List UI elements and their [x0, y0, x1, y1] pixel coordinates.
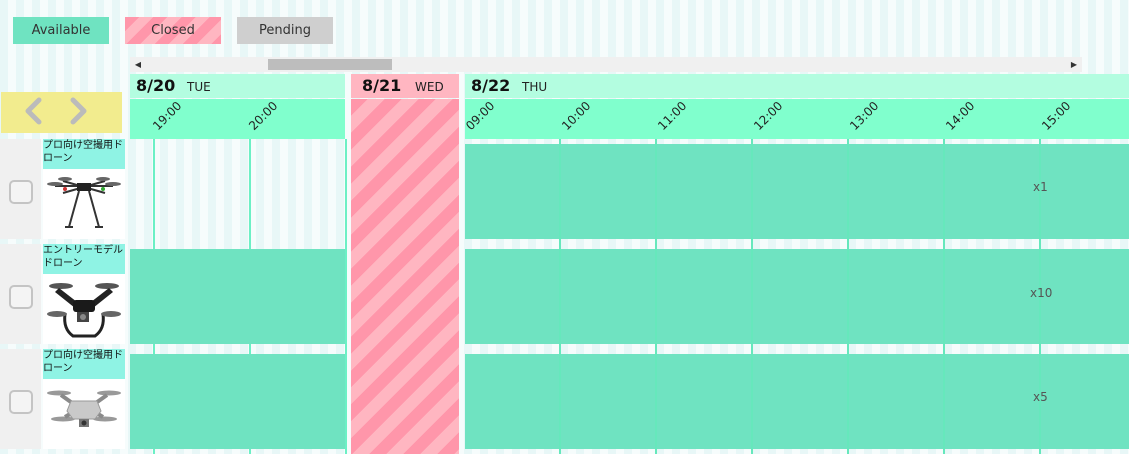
scroll-thumb[interactable] [268, 59, 392, 70]
item-checkbox[interactable] [9, 390, 33, 414]
grid-line [559, 139, 561, 454]
availability-block[interactable] [465, 144, 1129, 239]
item-checkbox[interactable] [9, 285, 33, 309]
checkbox-cell [0, 349, 41, 449]
item-row: プロ向け空撮用ドローン [0, 349, 125, 449]
quantity-label: x5 [1033, 390, 1048, 404]
horizontal-scrollbar[interactable]: ◀ ▶ [130, 57, 1082, 72]
item-name: エントリーモデルドローン [43, 244, 125, 274]
time-label: 11:00 [655, 98, 690, 133]
closed-day-column [351, 99, 459, 454]
scroll-left-icon[interactable]: ◀ [132, 57, 144, 72]
day-of-week: TUE [187, 80, 211, 94]
chevron-right-icon[interactable] [65, 96, 91, 126]
day-date: 8/21 [362, 76, 402, 95]
availability-block[interactable] [465, 354, 1129, 449]
day-header-8-21: 8/21 WED [351, 74, 459, 98]
item-row: エントリーモデルドローン [0, 244, 125, 344]
availability-block[interactable] [130, 249, 345, 344]
item-name: プロ向け空撮用ドローン [43, 139, 125, 169]
day-of-week: THU [522, 80, 548, 94]
item-checkbox[interactable] [9, 180, 33, 204]
day-date: 8/22 [471, 76, 511, 95]
quantity-label: x10 [1030, 286, 1053, 300]
grid-line [751, 139, 753, 454]
camera-drone-icon [43, 274, 125, 344]
item-row: プロ向け空撮用ドローン [0, 139, 125, 239]
scroll-right-icon[interactable]: ▶ [1068, 57, 1080, 72]
day-header-8-20: 8/20 TUE [130, 74, 345, 98]
date-navigation [1, 92, 122, 133]
time-label: 09:00 [463, 98, 498, 133]
quantity-label: x1 [1033, 180, 1048, 194]
legend-pending: Pending [237, 17, 333, 44]
grid-line [345, 139, 347, 454]
grid-line [655, 139, 657, 454]
time-label: 13:00 [847, 98, 882, 133]
time-label: 14:00 [943, 98, 978, 133]
folding-drone-icon [43, 379, 125, 449]
legend-closed: Closed [125, 17, 221, 44]
day-date: 8/20 [136, 76, 176, 95]
day-header-8-22: 8/22 THU [465, 74, 1129, 98]
time-label: 12:00 [751, 98, 786, 133]
legend-available: Available [13, 17, 109, 44]
item-name: プロ向け空撮用ドローン [43, 349, 125, 379]
chevron-left-icon[interactable] [21, 96, 47, 126]
time-header-day3: 09:00 10:00 11:00 12:00 13:00 14:00 15:0… [463, 98, 1129, 139]
checkbox-cell [0, 139, 41, 239]
grid-line [847, 139, 849, 454]
availability-block[interactable] [130, 354, 345, 449]
grid-line [943, 139, 945, 454]
time-label: 19:00 [150, 98, 185, 133]
time-header-day1: 19:00 20:00 [130, 99, 345, 139]
time-label: 10:00 [559, 98, 594, 133]
hexacopter-drone-icon [43, 169, 125, 239]
checkbox-cell [0, 244, 41, 344]
time-label: 20:00 [246, 98, 281, 133]
day-of-week: WED [415, 80, 444, 94]
time-label: 15:00 [1039, 98, 1074, 133]
